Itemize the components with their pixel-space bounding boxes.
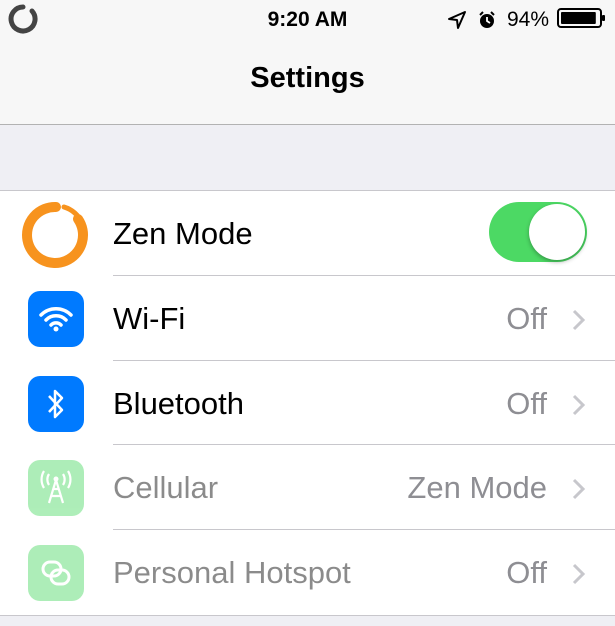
- settings-row-value: Off: [506, 555, 547, 591]
- settings-row-zen-mode: Zen Mode: [0, 191, 615, 276]
- settings-row-label: Bluetooth: [113, 385, 244, 421]
- hotspot-link-icon: [28, 545, 84, 602]
- settings-row-label: Zen Mode: [113, 216, 253, 251]
- settings-row-label: Cellular: [113, 470, 219, 506]
- toggle-knob: [529, 204, 585, 260]
- zen-ring-icon: [22, 201, 90, 269]
- settings-row-value: Zen Mode: [407, 470, 547, 506]
- battery-icon: [557, 7, 607, 34]
- page-title: Settings: [250, 62, 365, 94]
- chevron-right-icon: [571, 308, 587, 332]
- chevron-right-icon: [571, 477, 587, 501]
- settings-row-label: Wi-Fi: [113, 300, 186, 336]
- location-arrow-icon: [447, 10, 467, 30]
- status-bar: 9:20 AM 94%: [0, 0, 615, 40]
- alarm-icon: [477, 10, 497, 30]
- wifi-icon: [28, 290, 84, 347]
- settings-row-personal-hotspot[interactable]: Personal Hotspot Off: [0, 530, 615, 615]
- chevron-right-icon: [571, 562, 587, 586]
- settings-row-cellular[interactable]: Cellular Zen Mode: [0, 445, 615, 531]
- bluetooth-icon: [28, 375, 84, 432]
- settings-row-value: Off: [506, 300, 547, 336]
- chevron-right-icon: [571, 393, 587, 417]
- settings-row-value: Off: [506, 385, 547, 421]
- battery-percent: 94%: [506, 8, 549, 31]
- settings-row-wifi[interactable]: Wi-Fi Off: [0, 276, 615, 361]
- cellular-antenna-icon: [28, 460, 84, 517]
- nav-bar: Settings: [0, 40, 615, 125]
- settings-row-bluetooth[interactable]: Bluetooth Off: [0, 361, 615, 446]
- settings-row-label: Personal Hotspot: [113, 555, 351, 591]
- zen-mode-toggle[interactable]: [489, 202, 587, 262]
- settings-list: Zen Mode Wi-Fi Off Bluetooth Off Cellula…: [0, 190, 615, 616]
